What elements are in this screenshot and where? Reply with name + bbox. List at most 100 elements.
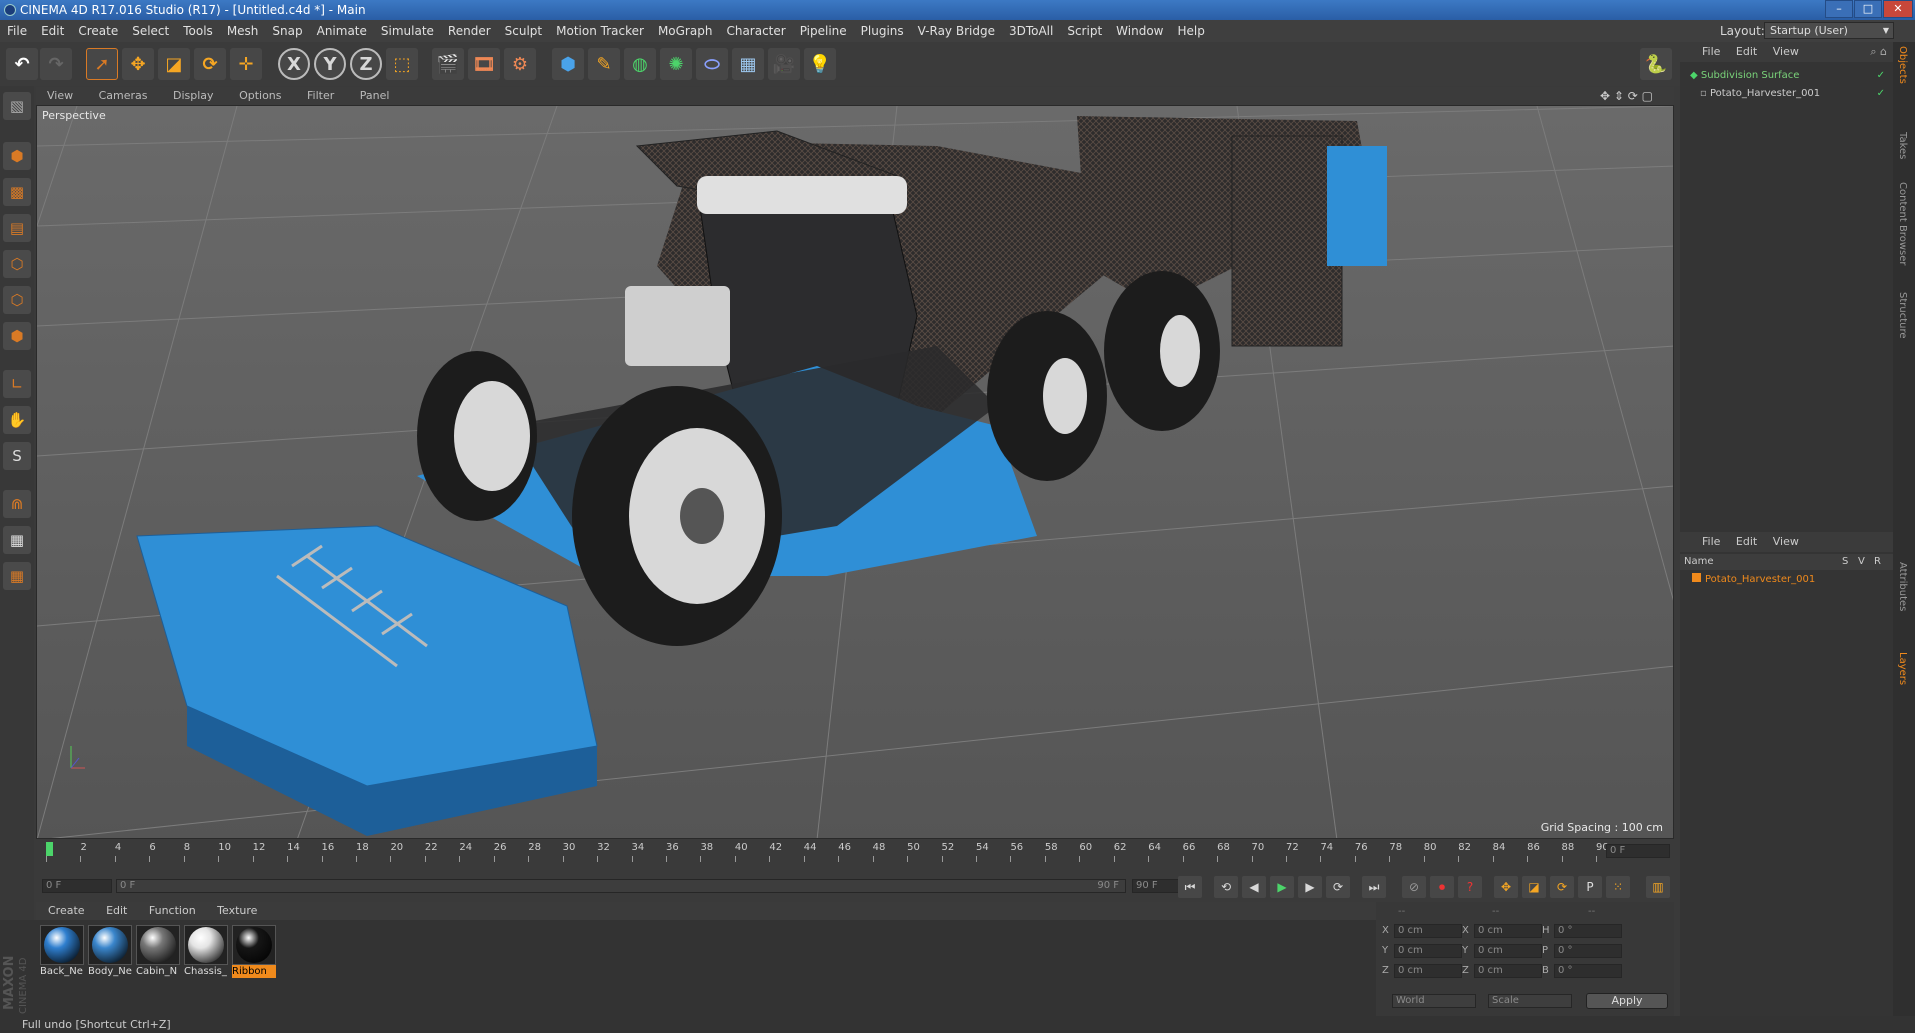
- menu-help[interactable]: Help: [1177, 24, 1204, 38]
- polygons-mode-icon[interactable]: ⬢: [3, 322, 31, 350]
- layer-menu-file[interactable]: File: [1702, 535, 1720, 548]
- side-tab-objects[interactable]: Objects: [1897, 46, 1908, 84]
- cube-icon[interactable]: ⬢: [552, 48, 584, 80]
- menu-animate[interactable]: Animate: [317, 24, 367, 38]
- autokeying-icon[interactable]: ?: [1458, 876, 1482, 898]
- layer-color-swatch[interactable]: [1692, 573, 1701, 582]
- coord-size-field[interactable]: 0 cm: [1474, 924, 1542, 938]
- previous-frame-icon[interactable]: ◀: [1242, 876, 1266, 898]
- make-editable-icon[interactable]: ▧: [3, 92, 31, 120]
- key-point-level-icon[interactable]: ⁙: [1606, 876, 1630, 898]
- timeline-ruler[interactable]: 0246810121416182022242628303234363840424…: [36, 840, 1674, 874]
- material-swatch[interactable]: Ribbon: [232, 925, 276, 978]
- next-frame-icon[interactable]: ▶: [1298, 876, 1322, 898]
- size-mode-dropdown[interactable]: Scale: [1488, 994, 1572, 1008]
- viewport-menu-filter[interactable]: Filter: [307, 89, 334, 102]
- material-swatch[interactable]: Body_Ne: [88, 925, 132, 977]
- next-key-icon[interactable]: ⟳: [1326, 876, 1350, 898]
- menu-script[interactable]: Script: [1067, 24, 1102, 38]
- world-coords-icon[interactable]: ⬚: [386, 48, 418, 80]
- viewport-menu-display[interactable]: Display: [173, 89, 214, 102]
- viewport-nav-icons[interactable]: ✥ ⇕ ⟳ ▢: [1600, 87, 1653, 105]
- menu-snap[interactable]: Snap: [272, 24, 302, 38]
- motion-record-icon[interactable]: ⊘: [1402, 876, 1426, 898]
- perspective-viewport[interactable]: Perspective Grid Spacing : 100 cm: [36, 105, 1674, 839]
- side-tab-attributes[interactable]: Attributes: [1897, 562, 1908, 611]
- model-mode-icon[interactable]: ⬢: [3, 142, 31, 170]
- menu-mograph[interactable]: MoGraph: [658, 24, 713, 38]
- menu-motion-tracker[interactable]: Motion Tracker: [556, 24, 644, 38]
- pen-icon[interactable]: ✎: [588, 48, 620, 80]
- coord-rotation-field[interactable]: 0 °: [1554, 944, 1622, 958]
- menu-sculpt[interactable]: Sculpt: [505, 24, 542, 38]
- viewport-menu-options[interactable]: Options: [239, 89, 281, 102]
- object-row[interactable]: ▫ Potato_Harvester_001 ✓: [1680, 86, 1893, 102]
- menu-pipeline[interactable]: Pipeline: [800, 24, 847, 38]
- visibility-check-icon[interactable]: ✓: [1877, 86, 1885, 102]
- menu-v-ray-bridge[interactable]: V-Ray Bridge: [918, 24, 995, 38]
- key-scale-icon[interactable]: ◪: [1522, 876, 1546, 898]
- material-swatch[interactable]: Chassis_: [184, 925, 228, 977]
- viewport-menu-panel[interactable]: Panel: [360, 89, 390, 102]
- play-icon[interactable]: ▶: [1270, 876, 1294, 898]
- viewport-menu-cameras[interactable]: Cameras: [99, 89, 148, 102]
- snap-icon[interactable]: S: [3, 442, 31, 470]
- material-menu-function[interactable]: Function: [149, 904, 196, 917]
- previous-key-icon[interactable]: ⟲: [1214, 876, 1238, 898]
- rotate-icon[interactable]: ⟳: [194, 48, 226, 80]
- render-view-icon[interactable]: 🎬: [432, 48, 464, 80]
- coord-size-field[interactable]: 0 cm: [1474, 944, 1542, 958]
- menu-render[interactable]: Render: [448, 24, 491, 38]
- redo-icon[interactable]: ↷: [40, 48, 72, 80]
- go-to-start-icon[interactable]: ⏮: [1178, 876, 1202, 898]
- menu-create[interactable]: Create: [78, 24, 118, 38]
- close-button[interactable]: ✕: [1883, 0, 1913, 18]
- current-frame-field[interactable]: 0 F: [1606, 844, 1670, 858]
- record-active-objects-icon[interactable]: ⏺: [1430, 876, 1454, 898]
- menu-3dtoall[interactable]: 3DToAll: [1009, 24, 1053, 38]
- light-icon[interactable]: 💡: [804, 48, 836, 80]
- points-mode-icon[interactable]: ⬡: [3, 250, 31, 278]
- menu-select[interactable]: Select: [132, 24, 169, 38]
- visibility-check-icon[interactable]: ✓: [1877, 68, 1885, 84]
- key-parameter-icon[interactable]: P: [1578, 876, 1602, 898]
- maximize-button[interactable]: □: [1854, 0, 1882, 18]
- coord-size-field[interactable]: 0 cm: [1474, 964, 1542, 978]
- menu-file[interactable]: File: [7, 24, 27, 38]
- material-menu-create[interactable]: Create: [48, 904, 85, 917]
- recent-tool-icon[interactable]: ✛: [230, 48, 262, 80]
- subdivision-icon[interactable]: ◍: [624, 48, 656, 80]
- edges-mode-icon[interactable]: ⬡: [3, 286, 31, 314]
- key-position-icon[interactable]: ✥: [1494, 876, 1518, 898]
- go-to-end-icon[interactable]: ⏭: [1362, 876, 1386, 898]
- move-icon[interactable]: ✥: [122, 48, 154, 80]
- texture-mode-icon[interactable]: ▩: [3, 178, 31, 206]
- layer-menu-view[interactable]: View: [1773, 535, 1799, 548]
- y-axis-icon[interactable]: Y: [314, 48, 346, 80]
- axis-mode-icon[interactable]: ∟: [3, 370, 31, 398]
- material-swatch[interactable]: Back_Ne: [40, 925, 84, 977]
- layer-menu-edit[interactable]: Edit: [1736, 535, 1757, 548]
- menu-character[interactable]: Character: [726, 24, 785, 38]
- coordinate-mode-dropdown[interactable]: World: [1392, 994, 1476, 1008]
- workplane-mode-icon[interactable]: ▤: [3, 214, 31, 242]
- key-rotation-icon[interactable]: ⟳: [1550, 876, 1574, 898]
- lock-workplane-icon[interactable]: ▦: [3, 526, 31, 554]
- viewport-menu-view[interactable]: View: [47, 89, 73, 102]
- z-axis-icon[interactable]: Z: [350, 48, 382, 80]
- timeline-playhead[interactable]: [46, 842, 53, 856]
- floor-icon[interactable]: ▦: [732, 48, 764, 80]
- material-menu-texture[interactable]: Texture: [217, 904, 257, 917]
- search-icon[interactable]: ⌕ ⌂: [1870, 42, 1887, 62]
- layer-row[interactable]: Potato_Harvester_001: [1680, 572, 1893, 588]
- frame-range-slider[interactable]: 0 F 90 F: [116, 879, 1126, 893]
- material-menu-edit[interactable]: Edit: [106, 904, 127, 917]
- minimize-button[interactable]: –: [1825, 0, 1853, 18]
- deformer-icon[interactable]: ⬭: [696, 48, 728, 80]
- magnet-icon[interactable]: ⋒: [3, 490, 31, 518]
- coord-rotation-field[interactable]: 0 °: [1554, 964, 1622, 978]
- tweak-mode-icon[interactable]: ✋: [3, 406, 31, 434]
- coord-position-field[interactable]: 0 cm: [1394, 944, 1462, 958]
- undo-icon[interactable]: ↶: [6, 48, 38, 80]
- x-axis-icon[interactable]: X: [278, 48, 310, 80]
